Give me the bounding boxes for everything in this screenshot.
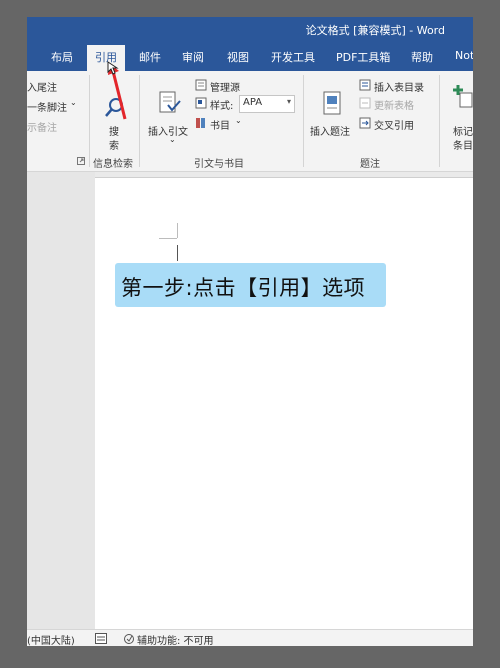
style-label: 样式:	[210, 101, 234, 112]
tab-mailings[interactable]: 邮件	[139, 49, 161, 65]
table-of-figures-icon[interactable]	[359, 79, 371, 91]
track-changes-icon[interactable]	[95, 633, 107, 644]
manage-sources-icon[interactable]	[195, 79, 207, 91]
research-group-label: 信息检索	[93, 159, 133, 170]
crop-mark	[177, 223, 178, 238]
accessibility-status[interactable]: 辅助功能: 不可用	[137, 632, 214, 646]
cross-reference-button[interactable]: 交叉引用	[374, 117, 414, 132]
manage-sources-button[interactable]: 管理源	[210, 79, 240, 94]
group-separator	[89, 75, 90, 167]
update-table-icon[interactable]	[359, 97, 371, 109]
tab-developer[interactable]: 开发工具	[271, 49, 315, 65]
insert-caption-icon[interactable]	[322, 91, 344, 117]
instruction-callout: 第一步:点击【引用】选项	[115, 263, 386, 307]
title-bar: 论文格式 [兼容模式] - Word	[27, 17, 473, 41]
citation-style-dropdown[interactable]: APA ▾	[239, 95, 295, 113]
mouse-pointer-icon	[107, 61, 119, 75]
insert-citation-icon[interactable]	[158, 91, 182, 117]
citation-style-value: APA	[243, 97, 263, 108]
bibliography-icon[interactable]	[195, 117, 207, 129]
update-table-button[interactable]: 更新表格	[374, 97, 414, 112]
mark-entry-button-line1[interactable]: 标记	[453, 123, 473, 138]
insert-table-of-figures-button[interactable]: 插入表目录	[374, 79, 424, 94]
tab-view[interactable]: 视图	[227, 49, 249, 65]
mark-entry-icon[interactable]	[452, 83, 473, 109]
group-separator	[303, 75, 304, 167]
document-left-margin	[27, 172, 95, 632]
window-title: 论文格式 [兼容模式] - Word	[305, 24, 445, 37]
ribbon-panel: 入尾注 一条脚注 ⌄ 示备注 搜 索 信息检索 插入引文 ⌄ 管理源 样式: A…	[27, 71, 473, 172]
chevron-down-icon: ▾	[286, 97, 291, 106]
tab-layout[interactable]: 布局	[51, 49, 73, 65]
chevron-down-icon[interactable]: ⌄	[235, 116, 242, 125]
status-bar: (中国大陆) 辅助功能: 不可用	[27, 629, 473, 646]
accessibility-icon[interactable]	[123, 633, 135, 644]
word-window: 论文格式 [兼容模式] - Word 布局 引用 邮件 审阅 视图 开发工具 P…	[27, 17, 473, 646]
ribbon-tabs: 布局 引用 邮件 审阅 视图 开发工具 PDF工具箱 帮助 Not	[27, 41, 473, 71]
group-separator	[439, 75, 440, 167]
dialog-launcher-icon[interactable]	[77, 157, 85, 165]
insert-caption-button[interactable]: 插入题注	[310, 123, 350, 138]
document-page[interactable]	[95, 177, 473, 633]
tab-notes[interactable]: Not	[455, 49, 473, 62]
chevron-down-icon[interactable]: ⌄	[169, 135, 176, 144]
tab-help[interactable]: 帮助	[411, 49, 433, 65]
instruction-text: 第一步:点击【引用】选项	[121, 276, 366, 300]
insert-endnote-button[interactable]: 入尾注	[27, 79, 57, 94]
crop-mark	[159, 238, 177, 239]
language-status[interactable]: (中国大陆)	[27, 632, 75, 646]
mark-entry-button-line2[interactable]: 条目	[453, 137, 473, 152]
tab-pdf-toolbox[interactable]: PDF工具箱	[336, 49, 390, 65]
tab-review[interactable]: 审阅	[182, 49, 204, 65]
citations-group-label: 引文与书目	[194, 159, 244, 170]
cross-reference-icon[interactable]	[359, 117, 371, 129]
search-button-line2[interactable]: 索	[109, 137, 119, 152]
bibliography-button[interactable]: 书目	[210, 117, 230, 132]
captions-group-label: 题注	[360, 159, 380, 170]
show-notes-button[interactable]: 示备注	[27, 119, 57, 134]
insert-citation-button[interactable]: 插入引文	[148, 123, 188, 138]
text-cursor	[177, 245, 178, 261]
next-footnote-button[interactable]: 一条脚注	[27, 99, 67, 114]
style-icon	[195, 97, 207, 109]
chevron-down-icon[interactable]: ⌄	[70, 98, 77, 107]
